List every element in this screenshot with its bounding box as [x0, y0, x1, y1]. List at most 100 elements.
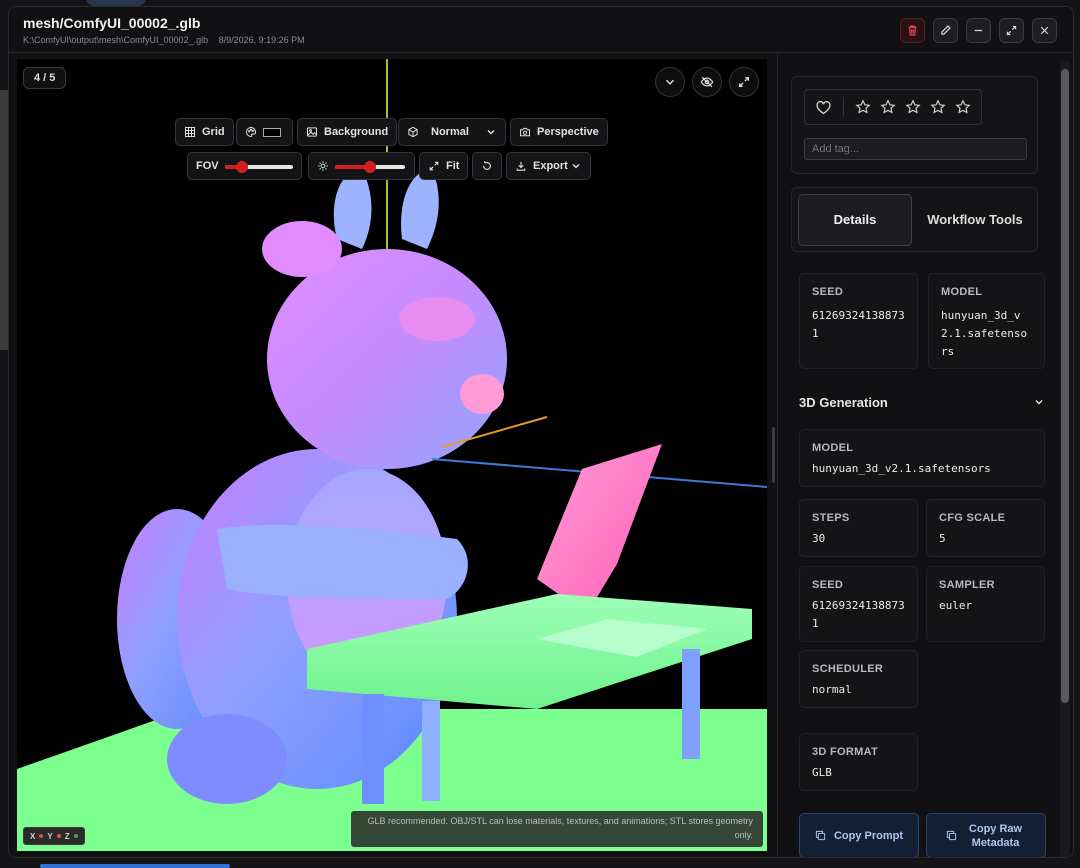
gen-sampler-label: SAMPLER: [939, 579, 995, 591]
summary-model: MODEL hunyuan_3d_v2.1.safetensors: [928, 273, 1045, 369]
star-5-icon[interactable]: [955, 99, 971, 115]
delete-button[interactable]: [900, 18, 925, 43]
gen-scheduler-label: SCHEDULER: [812, 663, 884, 675]
fov-control: FOV: [187, 152, 302, 180]
rating-box: [804, 89, 982, 125]
chevron-down-icon: [487, 130, 495, 135]
desk-leg-front: [422, 701, 440, 801]
copy-raw-metadata-button[interactable]: Copy Raw Metadata: [926, 813, 1046, 857]
file-date: 8/9/2026, 9:19:26 PM: [218, 35, 305, 45]
fullscreen-button[interactable]: [729, 67, 759, 97]
material-select[interactable]: Normal: [398, 118, 506, 146]
gen-format: 3D FORMAT GLB: [799, 733, 918, 791]
edit-button[interactable]: [933, 18, 958, 43]
axis-z-dot: [73, 834, 78, 838]
star-4-icon[interactable]: [930, 99, 946, 115]
summary-seed-value: 612693241388731: [812, 309, 905, 340]
light-slider-handle[interactable]: [364, 161, 376, 173]
expand-icon: [1006, 25, 1017, 36]
close-button[interactable]: [1032, 18, 1057, 43]
minimize-button[interactable]: [966, 18, 991, 43]
cube-icon: [408, 126, 418, 138]
reset-view-button[interactable]: [472, 152, 502, 180]
section-3d-generation[interactable]: 3D Generation: [799, 391, 1045, 413]
copy-icon: [815, 830, 826, 841]
grid-icon: [185, 127, 195, 137]
rating-card: [791, 76, 1038, 174]
camera-toggle[interactable]: Perspective: [510, 118, 608, 146]
gen-steps: STEPS 30: [799, 499, 918, 557]
panel-resize-handle[interactable]: [772, 427, 775, 483]
3d-viewport[interactable]: 4 / 5 Grid Background Normal Perspective…: [17, 59, 767, 851]
star-3-icon[interactable]: [905, 99, 921, 115]
toggle-visibility-button[interactable]: [692, 67, 722, 97]
tab-bar: Details Workflow Tools: [791, 187, 1038, 252]
model-horn-left: [333, 169, 372, 249]
copy-prompt-button[interactable]: Copy Prompt: [799, 813, 919, 857]
desk-leg-left: [362, 694, 384, 804]
image-counter: 4 / 5: [23, 67, 67, 89]
sidebar-scrollbar-thumb[interactable]: [1061, 69, 1069, 703]
minimize-icon: [974, 29, 983, 32]
light-slider[interactable]: [335, 161, 405, 173]
grid-toggle[interactable]: Grid: [175, 118, 234, 146]
tab-details[interactable]: Details: [798, 194, 912, 246]
summary-model-value: hunyuan_3d_v2.1.safetensors: [941, 309, 1028, 358]
star-1-icon[interactable]: [855, 99, 871, 115]
gen-sampler-value: euler: [939, 599, 973, 612]
gen-cfg-label: CFG SCALE: [939, 512, 1006, 524]
gen-cfg: CFG SCALE 5: [926, 499, 1045, 557]
gen-scheduler-value: normal: [812, 683, 852, 696]
heart-icon[interactable]: [815, 99, 832, 116]
light-control: [308, 152, 415, 180]
summary-seed: SEED 612693241388731: [799, 273, 918, 369]
header-buttons: [900, 18, 1057, 43]
fit-label: Fit: [446, 160, 460, 172]
close-icon: [1040, 26, 1049, 35]
fit-button[interactable]: Fit: [419, 152, 469, 180]
model-arm: [217, 524, 468, 599]
file-subtitle: K:\ComfyUI\output\mesh\ComfyUI_00002_.gl…: [23, 35, 313, 45]
star-2-icon[interactable]: [880, 99, 896, 115]
file-title: mesh/ComfyUI_00002_.glb: [23, 15, 201, 31]
desk-leg-right: [682, 649, 700, 759]
color-picker[interactable]: [236, 118, 293, 146]
gen-sampler: SAMPLER euler: [926, 566, 1045, 642]
section-title: 3D Generation: [799, 394, 888, 410]
gen-format-label: 3D FORMAT: [812, 746, 879, 758]
model-horn-right: [401, 169, 439, 249]
chevron-down-icon: [666, 79, 674, 85]
collapse-toolbar-button[interactable]: [655, 67, 685, 97]
background-window-strip: [0, 90, 8, 350]
background-progress: [40, 864, 230, 868]
chevron-down-icon: [572, 164, 580, 169]
export-button[interactable]: Export: [506, 152, 591, 180]
gen-seed-value: 612693241388731: [812, 599, 905, 630]
viewer-controls: [655, 67, 759, 97]
rating-divider: [843, 97, 844, 117]
tag-input[interactable]: [804, 138, 1027, 160]
maximize-button[interactable]: [999, 18, 1024, 43]
viewer-modal: mesh/ComfyUI_00002_.glb K:\ComfyUI\outpu…: [8, 6, 1074, 858]
copy-icon: [946, 830, 956, 841]
fov-slider-handle[interactable]: [235, 161, 248, 173]
rotate-ccw-icon: [483, 161, 491, 170]
tab-workflow-tools[interactable]: Workflow Tools: [918, 194, 1032, 246]
download-icon: [516, 161, 526, 171]
eye-off-icon: [700, 76, 714, 88]
axis-y-dot: [56, 834, 61, 838]
model-foot: [167, 714, 287, 804]
pencil-icon: [941, 25, 951, 35]
gen-model-label: MODEL: [812, 442, 854, 454]
fov-slider[interactable]: [224, 161, 293, 173]
axis-x-dot: [39, 834, 44, 838]
palette-icon: [246, 127, 256, 137]
grid-label: Grid: [202, 126, 225, 138]
background-button[interactable]: Background: [297, 118, 398, 146]
summary-model-label: MODEL: [941, 286, 983, 298]
axis-z-label: Z: [64, 831, 70, 841]
sidebar-scrollbar[interactable]: [1060, 61, 1070, 857]
model-mouth: [460, 374, 504, 414]
summary-seed-label: SEED: [812, 286, 844, 298]
details-sidebar: Details Workflow Tools SEED 612693241388…: [777, 53, 1059, 857]
